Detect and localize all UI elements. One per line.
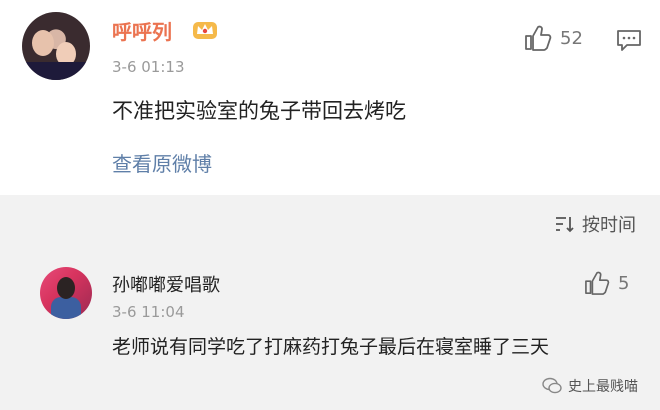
thumbs-up-icon xyxy=(525,25,552,51)
comment-card-1: 呼呼列 3-6 01:13 不准把实验室的兔子带回去烤吃 查看原微博 52 xyxy=(0,0,660,195)
comment-text: 不准把实验室的兔子带回去烤吃 xyxy=(112,99,406,123)
avatar[interactable] xyxy=(22,12,90,80)
sort-by-time-button[interactable]: 按时间 xyxy=(554,211,636,237)
sort-bar: 按时间 xyxy=(0,195,660,253)
avatar[interactable] xyxy=(40,267,92,319)
like-count: 52 xyxy=(560,27,583,49)
watermark-text: 史上最贱喵 xyxy=(568,379,638,395)
sort-label: 按时间 xyxy=(582,215,636,236)
comment-icon[interactable] xyxy=(616,28,642,52)
comment-author[interactable]: 孙嘟嘟爱唱歌 xyxy=(112,271,220,297)
thumbs-up-icon xyxy=(585,271,610,295)
comment-time: 3-6 11:04 xyxy=(112,303,185,321)
like-count: 5 xyxy=(618,272,630,294)
wechat-icon xyxy=(542,377,562,394)
view-original-link[interactable]: 查看原微博 xyxy=(112,148,212,177)
watermark: 史上最贱喵 xyxy=(542,376,638,396)
comment-card-2: 孙嘟嘟爱唱歌 3-6 11:04 老师说有同学吃了打麻药打兔子最后在寝室睡了三天… xyxy=(0,253,660,410)
crown-badge-icon xyxy=(193,22,217,39)
comment-author[interactable]: 呼呼列 xyxy=(112,16,172,45)
comment-text: 老师说有同学吃了打麻药打兔子最后在寝室睡了三天 xyxy=(112,336,550,358)
like-button[interactable]: 5 xyxy=(584,271,629,295)
comment-time: 3-6 01:13 xyxy=(112,58,185,76)
sort-icon xyxy=(556,217,574,233)
like-button[interactable]: 52 xyxy=(524,25,583,51)
